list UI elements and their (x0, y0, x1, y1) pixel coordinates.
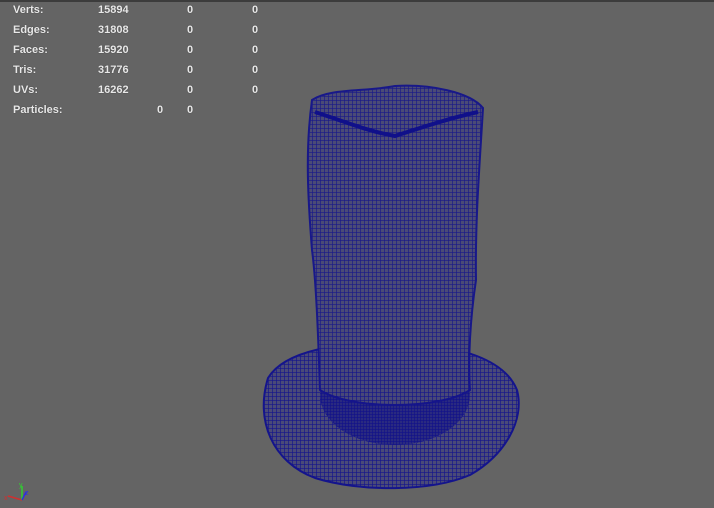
hud-row-verts: Verts: 15894 0 0 (0, 4, 270, 18)
axis-x-label: x (4, 495, 8, 502)
hud-label: UVs: (13, 84, 39, 96)
hud-label: Verts: (13, 4, 44, 16)
hud-value: 0 (187, 64, 194, 76)
candle-wireframe-mesh[interactable] (262, 84, 520, 490)
hud-row-tris: Tris: 31776 0 0 (0, 64, 270, 78)
candle-body-mesh (306, 84, 485, 406)
axis-gizmo: y z x (4, 482, 29, 502)
hud-value: 0 (187, 104, 194, 116)
hud-value: 0 (187, 4, 194, 16)
hud-value: 0 (252, 24, 259, 36)
hud-value: 15920 (98, 44, 129, 56)
hud-row-edges: Edges: 31808 0 0 (0, 24, 270, 38)
hud-value: 0 (157, 104, 164, 116)
axis-y-label: y (19, 482, 23, 489)
hud-value: 0 (187, 24, 194, 36)
hud-value: 16262 (98, 84, 129, 96)
hud-value: 0 (252, 44, 259, 56)
hud-label: Edges: (13, 24, 50, 36)
hud-row-particles: Particles: 0 0 (0, 104, 270, 118)
hud-value: 0 (187, 44, 194, 56)
hud-row-faces: Faces: 15920 0 0 (0, 44, 270, 58)
hud-value: 31776 (98, 64, 129, 76)
hud-value: 0 (187, 84, 194, 96)
hud-value: 0 (252, 64, 259, 76)
hud-value: 31808 (98, 24, 129, 36)
hud-value: 0 (252, 4, 259, 16)
hud-label: Particles: (13, 104, 63, 116)
hud-row-uvs: UVs: 16262 0 0 (0, 84, 270, 98)
hud-value: 0 (252, 84, 259, 96)
hud-label: Tris: (13, 64, 37, 76)
hud-label: Faces: (13, 44, 48, 56)
axis-z-label: z (25, 490, 29, 497)
hud-value: 15894 (98, 4, 129, 16)
